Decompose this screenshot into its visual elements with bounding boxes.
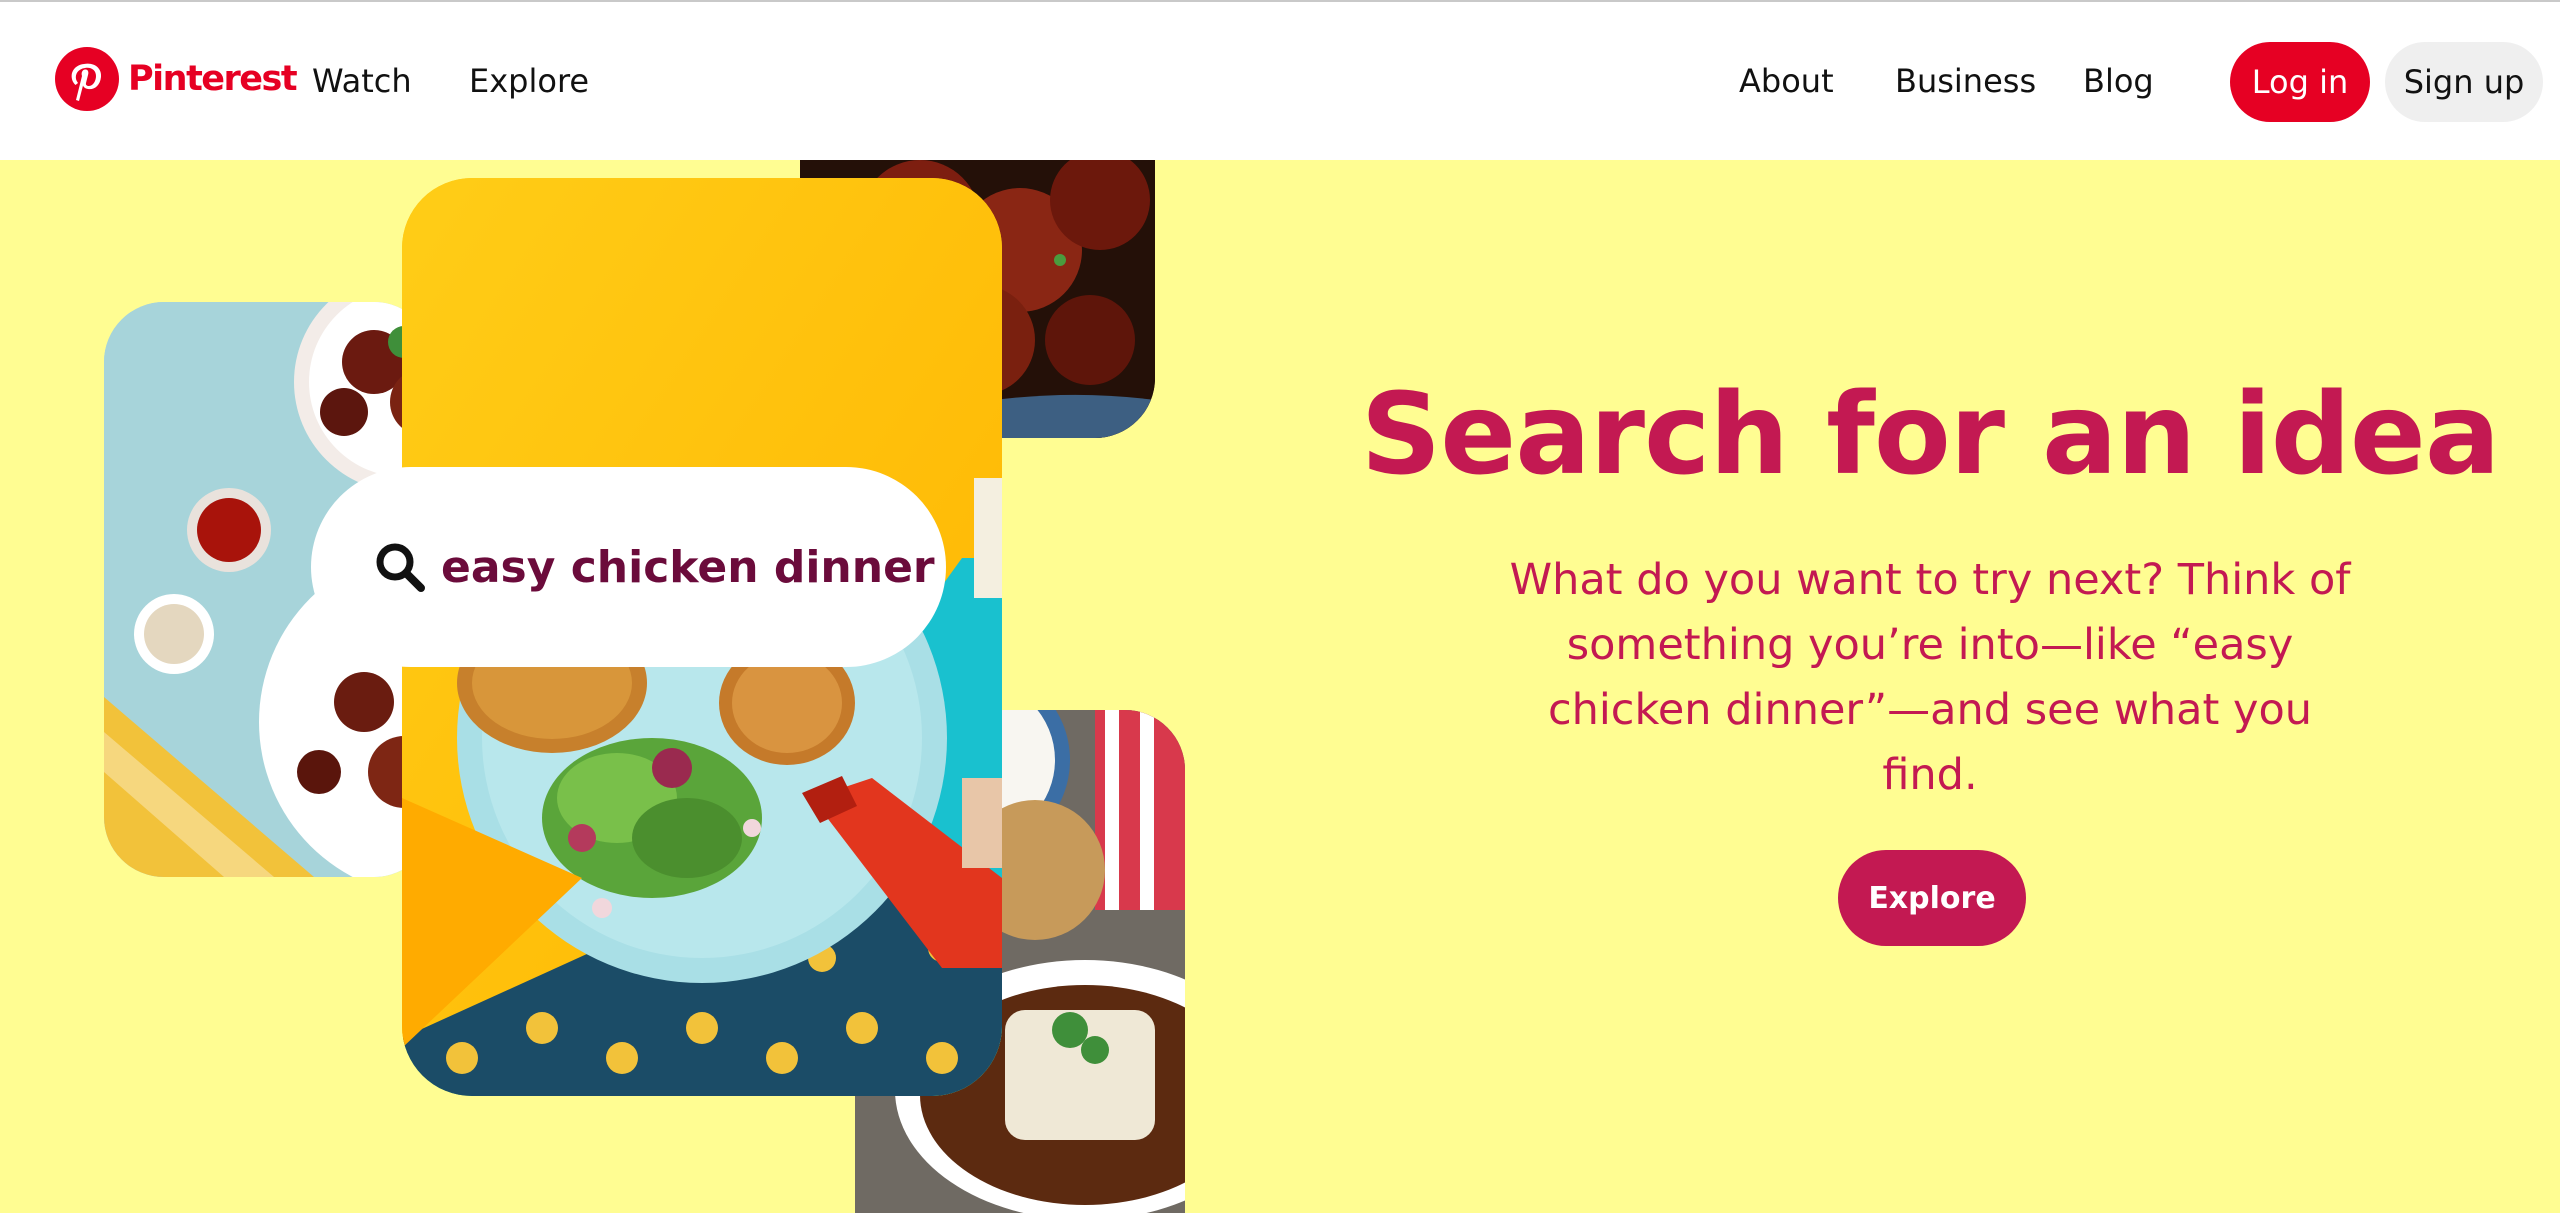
page: Pinterest Watch Explore About Business B…: [0, 0, 2560, 1213]
nav-explore[interactable]: Explore: [469, 62, 589, 100]
pinterest-logo-icon: [55, 47, 119, 111]
brand-wordmark: Pinterest: [128, 59, 298, 99]
nav-watch[interactable]: Watch: [312, 62, 412, 100]
nav-blog[interactable]: Blog: [2083, 62, 2154, 100]
search-icon: [376, 543, 425, 592]
nav-business[interactable]: Business: [1895, 62, 2036, 100]
signup-button[interactable]: Sign up: [2385, 42, 2543, 122]
login-button[interactable]: Log in: [2230, 42, 2370, 122]
search-query-text: easy chicken dinner: [441, 541, 935, 593]
hero-subtitle: What do you want to try next? Think of s…: [1509, 555, 2351, 800]
nav-about[interactable]: About: [1739, 62, 1834, 100]
sample-search-bar[interactable]: easy chicken dinner: [311, 467, 946, 667]
hero-title: Search for an idea: [1360, 370, 2501, 500]
pinterest-logo-link[interactable]: Pinterest: [54, 46, 298, 112]
explore-button[interactable]: Explore: [1838, 850, 2026, 946]
top-nav-bar: Pinterest Watch Explore About Business B…: [0, 0, 2560, 160]
